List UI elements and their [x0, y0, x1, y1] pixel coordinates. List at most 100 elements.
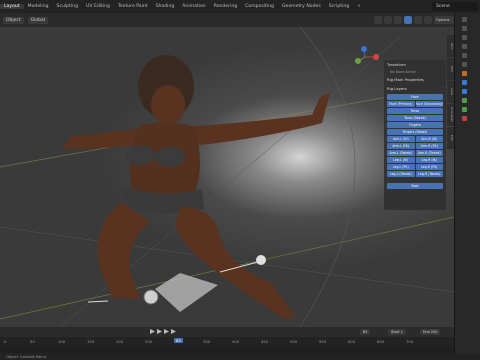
light-arc	[299, 27, 356, 327]
ruler-tick: 600	[348, 339, 356, 344]
material-shading-icon[interactable]	[414, 16, 422, 24]
physics-icon[interactable]	[462, 89, 467, 94]
layer-face-secondary-button[interactable]: Face (Secondary)	[415, 101, 443, 107]
rig-main-properties-header[interactable]: Rig Main Properties	[384, 75, 446, 84]
object-properties-icon[interactable]	[462, 71, 467, 76]
ruler-tick: 100	[58, 339, 66, 344]
layer-leg-r-tweak-button[interactable]: Leg.R (Tweak)	[415, 171, 443, 177]
layer-torso-button[interactable]: Torso	[387, 108, 443, 114]
workspace-bar: Layout Modeling Sculpting UV Editing Tex…	[0, 0, 480, 14]
scene-label: Scene	[436, 4, 450, 9]
start-frame-field[interactable]: Start 1	[388, 329, 406, 335]
sidebar-tab-view[interactable]: View	[447, 81, 454, 103]
tab-scripting[interactable]: Scripting	[325, 4, 353, 9]
sidebar-tab-tool[interactable]: Tool	[447, 58, 454, 80]
playhead-frame[interactable]: 83	[174, 338, 183, 343]
jump-start-icon[interactable]	[150, 329, 155, 334]
overlay-icon[interactable]	[374, 16, 382, 24]
world-properties-icon[interactable]	[462, 62, 467, 67]
transform-panel-header[interactable]: Transform	[384, 60, 446, 69]
layer-torso-tweak-button[interactable]: Torso (Tweak)	[387, 115, 443, 121]
layer-leg-r-ik-button[interactable]: Leg.R (IK)	[415, 157, 443, 163]
ruler-tick: 350	[203, 339, 211, 344]
layer-arm-r-ik-button[interactable]: Arm.R (IK)	[415, 136, 443, 142]
tool-properties-icon[interactable]	[462, 17, 467, 22]
material-properties-icon[interactable]	[462, 116, 467, 121]
top-garment	[155, 147, 185, 167]
layer-leg-l-tweak-button[interactable]: Leg.L (Tweak)	[387, 171, 415, 177]
layer-leg-l-ik-button[interactable]: Leg.L (IK)	[387, 157, 415, 163]
orientation-selector[interactable]: Global	[27, 16, 49, 24]
layer-leg-r-fk-button[interactable]: Leg.R (FK)	[415, 164, 443, 170]
rig-layers-header[interactable]: Rig Layers	[384, 84, 446, 93]
status-text: Object Context Menu	[6, 354, 47, 359]
modifier-icon[interactable]	[462, 80, 467, 85]
end-frame-field[interactable]: End 250	[420, 329, 441, 335]
tab-uv-editing[interactable]: UV Editing	[82, 4, 114, 9]
ruler-tick: 550	[319, 339, 327, 344]
tab-sculpting[interactable]: Sculpting	[53, 4, 82, 9]
layer-arm-l-ik-button[interactable]: Arm.L (IK)	[387, 136, 415, 142]
tab-shading[interactable]: Shading	[152, 4, 179, 9]
render-properties-icon[interactable]	[462, 26, 467, 31]
tab-modeling[interactable]: Modeling	[24, 4, 53, 9]
xray-icon[interactable]	[384, 16, 392, 24]
view-layer-icon[interactable]	[462, 44, 467, 49]
tab-animation[interactable]: Animation	[178, 4, 209, 9]
play-icon[interactable]	[164, 329, 169, 334]
layer-leg-l-fk-button[interactable]: Leg.L (FK)	[387, 164, 415, 170]
wireframe-shading-icon[interactable]	[394, 16, 402, 24]
playback-controls	[150, 329, 176, 334]
layer-root-button[interactable]: Root	[387, 183, 443, 189]
ruler-tick: 650	[377, 339, 385, 344]
navigation-gizmo[interactable]	[355, 46, 379, 64]
layer-fingers-detail-button[interactable]: Fingers (Detail)	[387, 129, 443, 135]
tab-compositing[interactable]: Compositing	[241, 4, 278, 9]
status-bar: Object Context Menu	[0, 353, 480, 360]
timeline-ruler[interactable]: 0 50 100 150 200 250 83 350 400 450 500 …	[0, 337, 454, 347]
jump-end-icon[interactable]	[171, 329, 176, 334]
timeline-header	[0, 327, 454, 337]
tab-texture-paint[interactable]: Texture Paint	[114, 4, 152, 9]
ruler-tick: 250	[145, 339, 153, 344]
scene-properties-icon[interactable]	[462, 53, 467, 58]
add-workspace-button[interactable]: +	[353, 4, 365, 9]
tab-layout[interactable]: Layout	[0, 4, 24, 9]
ruler-tick: 700	[406, 339, 414, 344]
shading-toggles: Options	[374, 16, 458, 24]
output-properties-icon[interactable]	[462, 35, 467, 40]
play-reverse-icon[interactable]	[157, 329, 162, 334]
toe-bone	[87, 300, 109, 303]
layer-face-primary-button[interactable]: Face (Primary)	[387, 101, 415, 107]
scene-selector[interactable]: Scene	[432, 2, 478, 11]
sidebar-n-panel: Transform No Bone Active Rig Main Proper…	[384, 60, 446, 210]
ruler-tick: 50	[30, 339, 35, 344]
layer-arm-l-tweak-button[interactable]: Arm.L (Tweak)	[387, 150, 415, 156]
solid-shading-icon[interactable]	[404, 16, 412, 24]
constraint-icon[interactable]	[462, 98, 467, 103]
bone-shape	[155, 273, 218, 312]
layer-arm-l-fk-button[interactable]: Arm.L (FK)	[387, 143, 415, 149]
top-garment	[125, 145, 155, 165]
sidebar-tabs: Item Tool View Animation Edit	[447, 35, 454, 149]
current-frame-field[interactable]: 83	[360, 329, 371, 335]
ruler-tick: 500	[290, 339, 298, 344]
left-leg	[97, 202, 150, 299]
ruler-tick: 0	[4, 339, 7, 344]
layer-fingers-button[interactable]: Fingers	[387, 122, 443, 128]
layer-face-button[interactable]: Face	[387, 94, 443, 100]
data-properties-icon[interactable]	[462, 107, 467, 112]
mode-selector[interactable]: Object	[3, 16, 24, 24]
tab-rendering[interactable]: Rendering	[210, 4, 241, 9]
3d-viewport[interactable]: Transform No Bone Active Rig Main Proper…	[0, 27, 454, 327]
foot-ik-control	[143, 289, 159, 305]
sidebar-tab-item[interactable]: Item	[447, 35, 454, 57]
layer-arm-r-fk-button[interactable]: Arm.R (FK)	[415, 143, 443, 149]
layer-arm-r-tweak-button[interactable]: Arm.R (Tweak)	[415, 150, 443, 156]
rendered-shading-icon[interactable]	[424, 16, 432, 24]
sidebar-tab-animation[interactable]: Animation	[447, 104, 454, 126]
sidebar-tab-edit[interactable]: Edit	[447, 127, 454, 149]
properties-editor-strip	[454, 13, 480, 360]
character-model[interactable]	[62, 55, 330, 319]
tab-geometry-nodes[interactable]: Geometry Nodes	[278, 4, 325, 9]
